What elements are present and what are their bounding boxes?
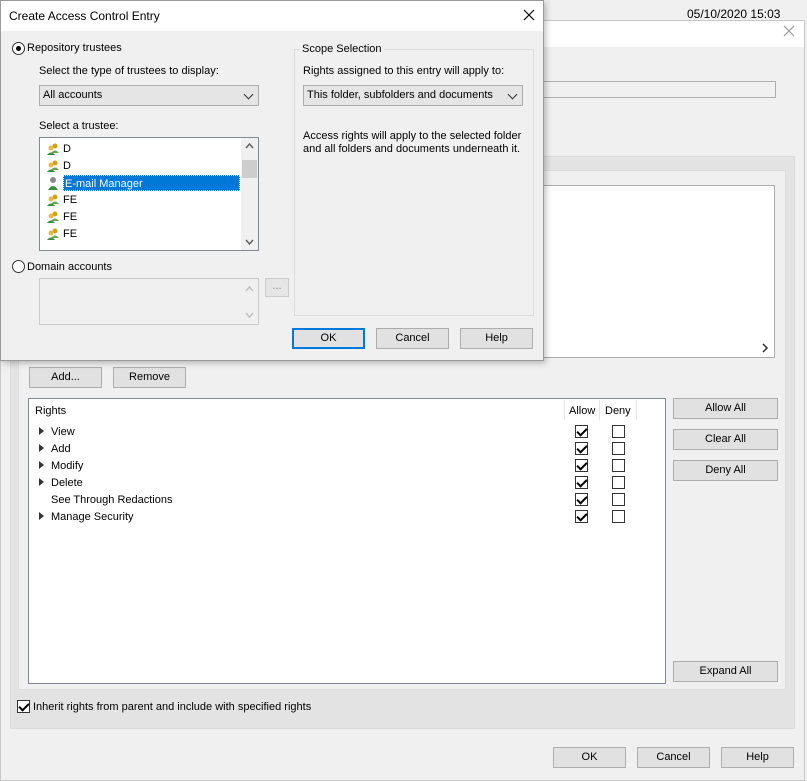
domain-accounts-radio[interactable]	[12, 260, 25, 273]
group-icon	[47, 211, 59, 223]
list-item[interactable]: E-mail Manager	[44, 175, 240, 191]
list-item[interactable]: FE	[44, 192, 240, 208]
close-icon[interactable]	[782, 24, 796, 38]
expand-icon[interactable]	[39, 427, 44, 435]
scope-legend: Scope Selection	[300, 43, 384, 55]
trustee-label: Select a trustee:	[39, 120, 119, 132]
inherit-checkbox[interactable]	[17, 700, 30, 713]
rights-header: Rights	[35, 405, 67, 417]
trustee-list[interactable]: D D E-mail Manager FE FE FE	[39, 137, 259, 251]
dialog-cancel-button[interactable]: Cancel	[376, 328, 449, 349]
inherit-label: Inherit rights from parent and include w…	[33, 701, 312, 713]
dialog-ok-button[interactable]: OK	[292, 328, 365, 349]
deny-checkbox[interactable]	[612, 476, 625, 489]
expand-icon[interactable]	[39, 512, 44, 520]
footer-ok-button[interactable]: OK	[553, 747, 626, 768]
trustee-name: FE	[63, 194, 78, 206]
dialog-title: Create Access Control Entry	[9, 9, 160, 23]
footer-help-button[interactable]: Help	[721, 747, 794, 768]
chevron-down-icon	[243, 89, 254, 100]
trustee-name: D	[63, 160, 71, 172]
header-divider	[599, 400, 600, 420]
allow-checkbox[interactable]	[575, 476, 588, 489]
allow-checkbox[interactable]	[575, 425, 588, 438]
allow-all-button[interactable]: Allow All	[673, 398, 778, 419]
allow-checkbox[interactable]	[575, 442, 588, 455]
right-label: Modify	[51, 460, 84, 472]
list-item[interactable]: D	[44, 141, 240, 157]
clear-all-button[interactable]: Clear All	[673, 429, 778, 450]
repository-trustees-radio[interactable]	[12, 42, 25, 55]
scope-applies-label: Rights assigned to this entry will apply…	[303, 65, 505, 77]
domain-accounts-field	[39, 278, 259, 325]
right-label: See Through Redactions	[51, 494, 173, 506]
group-icon	[47, 143, 59, 155]
rights-table	[28, 398, 666, 684]
list-item[interactable]: D	[44, 158, 240, 174]
chevron-right-icon[interactable]	[760, 343, 770, 353]
trustee-name: D	[63, 143, 71, 155]
remove-button[interactable]: Remove	[113, 367, 186, 388]
scope-select[interactable]: This folder, subfolders and documents	[303, 85, 523, 106]
group-icon	[47, 194, 59, 206]
dialog-help-button[interactable]: Help	[460, 328, 533, 349]
deny-checkbox[interactable]	[612, 442, 625, 455]
add-button[interactable]: Add...	[29, 367, 102, 388]
scroll-up-icon	[245, 285, 254, 292]
allow-checkbox[interactable]	[575, 459, 588, 472]
right-label: Add	[51, 443, 71, 455]
scope-description: Access rights will apply to the selected…	[303, 130, 522, 155]
allow-checkbox[interactable]	[575, 493, 588, 506]
deny-all-button[interactable]: Deny All	[673, 460, 778, 481]
type-select-value: All accounts	[43, 89, 103, 101]
user-icon	[48, 177, 58, 190]
right-label: Manage Security	[51, 511, 134, 523]
deny-checkbox[interactable]	[612, 459, 625, 472]
expand-all-button[interactable]: Expand All	[673, 661, 778, 682]
repository-trustees-label: Repository trustees	[27, 42, 122, 54]
list-item[interactable]: FE	[44, 226, 240, 242]
deny-header: Deny	[605, 405, 631, 417]
expand-icon[interactable]	[39, 444, 44, 452]
entries-list	[543, 185, 775, 358]
type-select[interactable]: All accounts	[39, 85, 259, 106]
group-icon	[47, 228, 59, 240]
deny-checkbox[interactable]	[612, 425, 625, 438]
group-icon	[47, 160, 59, 172]
footer-cancel-button[interactable]: Cancel	[637, 747, 710, 768]
timestamp: 05/10/2020 15:03	[687, 7, 781, 21]
deny-checkbox[interactable]	[612, 493, 625, 506]
list-item[interactable]: FE	[44, 209, 240, 225]
chevron-down-icon	[507, 89, 518, 100]
header-divider	[564, 400, 565, 420]
trustee-name: FE	[63, 228, 78, 240]
scroll-up-icon[interactable]	[245, 142, 254, 149]
trustee-list-scrollbar[interactable]	[241, 138, 258, 250]
trustee-name: FE	[63, 211, 78, 223]
expand-icon[interactable]	[39, 461, 44, 469]
background-field	[543, 81, 776, 98]
scroll-down-icon	[245, 312, 254, 319]
scope-select-value: This folder, subfolders and documents	[307, 89, 493, 101]
scroll-thumb[interactable]	[242, 160, 257, 178]
expand-icon[interactable]	[39, 478, 44, 486]
trustee-name-selected: E-mail Manager	[63, 175, 240, 191]
right-label: Delete	[51, 477, 83, 489]
deny-checkbox[interactable]	[612, 510, 625, 523]
scroll-down-icon[interactable]	[245, 239, 254, 246]
domain-accounts-label: Domain accounts	[27, 261, 112, 273]
create-ace-dialog: Create Access Control Entry Repository t…	[0, 0, 544, 361]
allow-checkbox[interactable]	[575, 510, 588, 523]
browse-button[interactable]: ...	[265, 278, 289, 297]
allow-header: Allow	[569, 405, 596, 417]
header-divider	[636, 400, 637, 420]
right-label: View	[51, 426, 75, 438]
type-label: Select the type of trustees to display:	[39, 65, 219, 77]
close-icon[interactable]	[522, 8, 536, 22]
